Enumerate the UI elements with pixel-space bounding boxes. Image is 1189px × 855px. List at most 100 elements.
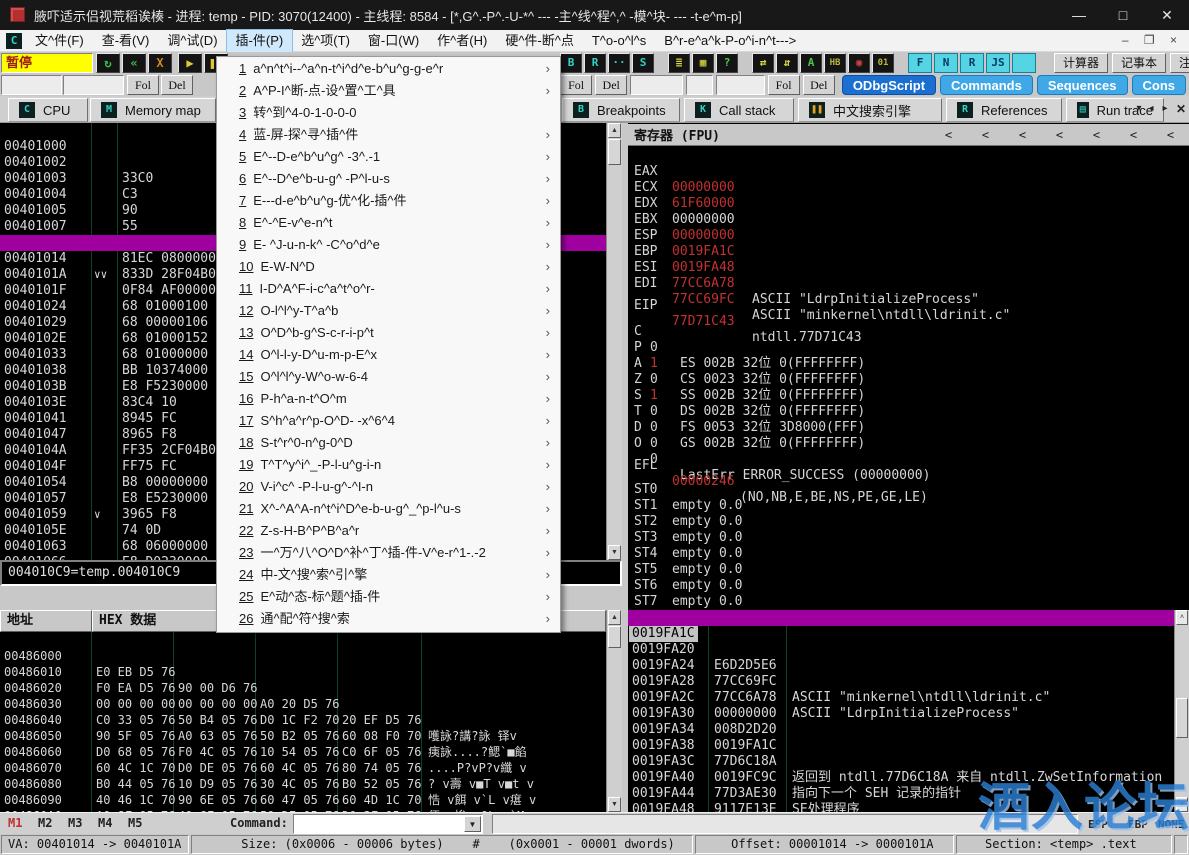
minimize-button[interactable]: —: [1057, 0, 1101, 30]
tab-close-icon[interactable]: ✕: [1175, 100, 1187, 118]
script-plugin-button[interactable]: Cons: [1132, 75, 1187, 95]
menu-item[interactable]: 调^试(D): [158, 30, 226, 52]
quick-button[interactable]: [1012, 53, 1036, 73]
plugin-menu-item[interactable]: 5E^--D-e^b^u^g^ -3^.-1 ›: [217, 146, 560, 168]
window-tab[interactable]: B Breakpoints: [562, 98, 680, 122]
register-row[interactable]: ESI 77CC6A78 ASCII "LdrpInitializeProces…: [628, 244, 1189, 260]
registers-pane[interactable]: 寄存器 (FPU) <<<<<<< EAX 00000000 ECX 61F60…: [628, 123, 1189, 610]
script-plugin-button[interactable]: Sequences: [1037, 75, 1128, 95]
del-button[interactable]: Del: [803, 75, 835, 95]
fpu-register-row[interactable]: ST6 empty 0.0: [628, 562, 1189, 578]
script-plugin-button[interactable]: ODbgScript: [842, 75, 936, 95]
plugin-menu-item[interactable]: 15O^l^l^y-W^o-w-6-4 ›: [217, 366, 560, 388]
tab-dropdown-icon[interactable]: ▾: [1133, 100, 1145, 118]
plugin-menu-item[interactable]: 8E^-^E-v^e-n^t ›: [217, 212, 560, 234]
collapse-chevron-icon[interactable]: <: [1078, 128, 1115, 142]
collapse-chevron-icon[interactable]: <: [1115, 128, 1152, 142]
del-button[interactable]: Del: [161, 75, 193, 95]
register-row[interactable]: EDX 00000000: [628, 180, 1189, 196]
mdi-window-controls[interactable]: – ❐ ×: [1122, 33, 1183, 47]
quick-button[interactable]: JS: [986, 53, 1010, 73]
dump-row[interactable]: 00486050 D0 68 05 76 D0 DE 05 76 30 4C 0…: [0, 712, 606, 728]
stack-row[interactable]: 0019FA1C E6D2D5E6: [628, 610, 1174, 626]
register-row[interactable]: EIP 77D71C43 ntdll.77D71C43: [628, 282, 1189, 298]
search-field[interactable]: [686, 75, 713, 95]
dump-row[interactable]: 00486030 C0 33 05 76 A0 63 05 76 10 54 0…: [0, 680, 606, 696]
menu-item[interactable]: 作^者(H): [428, 30, 496, 52]
plugin-menu-item[interactable]: 26通^配^符^搜^索 ›: [217, 608, 560, 630]
dump-scrollbar[interactable]: ▲ ▼: [606, 610, 622, 812]
fpu-register-row[interactable]: ST2 empty 0.0: [628, 498, 1189, 514]
fpu-register-row[interactable]: ST5 empty 0.0: [628, 546, 1189, 562]
app-launcher-button[interactable]: 记事本: [1112, 53, 1166, 73]
plugin-menu-item[interactable]: 21X^-^A^A-n^t^i^D^e-b-u-g^_^p-l^u-s ›: [217, 498, 560, 520]
dump-row[interactable]: 00486070 B0 44 05 76 90 6E 05 76 50 DE 0…: [0, 744, 606, 760]
toolbar-button[interactable]: ▶: [178, 53, 202, 73]
scroll-thumb[interactable]: [608, 139, 621, 165]
toolbar-view-button[interactable]: ▦: [692, 53, 714, 73]
collapse-chevron-icon[interactable]: <: [967, 128, 1004, 142]
register-row[interactable]: EAX 00000000: [628, 148, 1189, 164]
plugin-menu-item[interactable]: 4蓝-屏-探^寻^插^件 ›: [217, 124, 560, 146]
toolbar-tool-button[interactable]: A: [800, 53, 822, 73]
tab-scroll-left-icon[interactable]: ◂: [1145, 100, 1157, 118]
stack-row[interactable]: 0019FA38 0019FC9C 指向下一个 SEH 记录的指针: [628, 722, 1174, 738]
scroll-down-icon[interactable]: ▼: [608, 545, 621, 560]
plugin-menu-item[interactable]: 12O-l^l^y-T^a^b ›: [217, 300, 560, 322]
close-button[interactable]: ✕: [1145, 0, 1189, 30]
script-plugin-button[interactable]: Commands: [940, 75, 1033, 95]
menu-item[interactable]: 选^项(T): [292, 30, 359, 52]
window-tab[interactable]: ❚❚ 中文搜索引擎: [798, 98, 942, 122]
toolbar-view-button[interactable]: ≣: [668, 53, 690, 73]
window-tab[interactable]: R References: [946, 98, 1062, 122]
plugin-menu-item[interactable]: 2A^P-I^断-点-设^置^工^具 ›: [217, 80, 560, 102]
memory-tab[interactable]: M4: [98, 816, 112, 830]
register-row[interactable]: ESP 0019FA1C: [628, 212, 1189, 228]
flag-row[interactable]: D 0: [628, 404, 1189, 420]
flag-row[interactable]: P 1 CS 0023 32位 0(FFFFFFFF): [628, 324, 1189, 340]
dump-row[interactable]: 004860B0 E0 0D 05 76 10 0E 05 76 00 4E 0…: [0, 808, 606, 812]
address-field[interactable]: [63, 75, 124, 95]
collapse-chevron-icon[interactable]: <: [1004, 128, 1041, 142]
menu-item[interactable]: 文^件(F): [26, 30, 93, 52]
stack-row[interactable]: 0019FA30 0019FA1C: [628, 690, 1174, 706]
plugin-menu-item[interactable]: 23一^万^八^O^D^补^丁^插-件-V^e-r^1-.-2 ›: [217, 542, 560, 564]
toolbar-letter-button[interactable]: ··: [608, 53, 630, 73]
memory-tab[interactable]: M2: [38, 816, 52, 830]
command-input[interactable]: ▼: [293, 814, 483, 834]
scroll-down-icon[interactable]: ▼: [608, 797, 621, 812]
fpu-register-row[interactable]: ST4 empty 0.0: [628, 530, 1189, 546]
toolbar-tool-button[interactable]: ⇵: [776, 53, 798, 73]
menu-item[interactable]: 查-看(V): [93, 30, 159, 52]
toolbar-letter-button[interactable]: S: [632, 53, 654, 73]
del-button[interactable]: Del: [595, 75, 627, 95]
plugin-menu-item[interactable]: 16P-h^a-n-t^O^m ›: [217, 388, 560, 410]
app-launcher-button[interactable]: 注册表: [1170, 53, 1189, 73]
register-row[interactable]: EDI 77CC69FC ASCII "minkernel\ntdll\ldri…: [628, 260, 1189, 276]
search-field[interactable]: [716, 75, 765, 95]
toolbar-tool-button[interactable]: HB: [824, 53, 846, 73]
dump-address-column-header[interactable]: 地址: [0, 610, 92, 632]
maximize-button[interactable]: □: [1101, 0, 1145, 30]
menu-item[interactable]: 插-件(P): [227, 30, 293, 52]
fol-button[interactable]: Fol: [768, 75, 800, 95]
register-row[interactable]: EBX 00000000: [628, 196, 1189, 212]
fpu-register-row[interactable]: ST1 empty 0.0: [628, 482, 1189, 498]
toolbar-letter-button[interactable]: B: [560, 53, 582, 73]
menu-item[interactable]: 窗-口(W): [359, 30, 428, 52]
plugin-menu-item[interactable]: 19T^T^y^i^_-P-l-u^g-i-n ›: [217, 454, 560, 476]
toolbar-tool-button[interactable]: 01: [872, 53, 894, 73]
plugin-menu-item[interactable]: 24中-文^搜^索^引^擎 ›: [217, 564, 560, 586]
flag-row[interactable]: Z 1 DS 002B 32位 0(FFFFFFFF): [628, 356, 1189, 372]
dump-row[interactable]: 00486010 F0 EA D5 76 00 00 00 00 D0 1C F…: [0, 648, 606, 664]
menu-item[interactable]: T^o-o^l^s: [583, 30, 655, 52]
fol-button[interactable]: Fol: [127, 75, 159, 95]
memory-dump-pane[interactable]: 地址 HEX 数据 00486000 E0 EB D5 76 90 00 D6 …: [0, 610, 606, 812]
quick-button[interactable]: R: [960, 53, 984, 73]
plugin-menu-item[interactable]: 7E---d-e^b^u^g-优^化-插^件 ›: [217, 190, 560, 212]
memory-tab[interactable]: M3: [68, 816, 82, 830]
toolbar-button[interactable]: X: [148, 53, 172, 73]
dump-row[interactable]: 00486020 00 00 00 00 50 B4 05 76 50 B2 0…: [0, 664, 606, 680]
search-field[interactable]: [630, 75, 682, 95]
plugin-menu-item[interactable]: 18S-t^r^0-n^g-0^D ›: [217, 432, 560, 454]
